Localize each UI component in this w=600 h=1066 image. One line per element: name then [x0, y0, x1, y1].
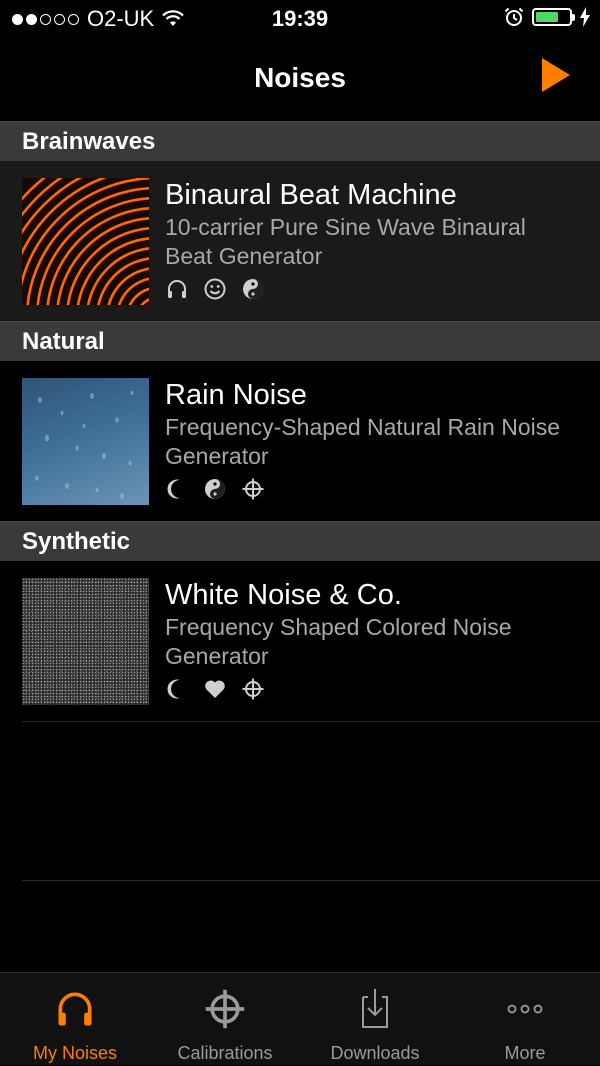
tab-label: Downloads — [330, 1043, 420, 1063]
charging-icon — [580, 7, 590, 27]
moon-icon — [165, 677, 189, 701]
tab-label: Calibrations — [177, 1043, 273, 1063]
binaural-thumbnail — [22, 178, 149, 305]
headphones-icon — [165, 277, 189, 301]
crosshair-icon — [241, 477, 265, 501]
yin-yang-icon — [203, 477, 227, 501]
heart-icon — [203, 677, 227, 701]
tab-label: More — [504, 1043, 546, 1063]
tab-more[interactable]: More — [450, 973, 600, 1066]
status-bar-right — [504, 7, 590, 27]
headphones-icon — [53, 987, 97, 1031]
item-description: 10-carrier Pure Sine Wave Binaural Beat … — [165, 214, 526, 269]
smiley-icon — [203, 277, 227, 301]
section-title: Natural — [22, 328, 105, 355]
item-description: Frequency Shaped Colored Noise Generator — [165, 614, 512, 669]
list-item-binaural-beat-machine[interactable]: Binaural Beat Machine 10-carrier Pure Si… — [0, 161, 600, 321]
tab-label: My Noises — [32, 1043, 117, 1063]
moon-icon — [165, 477, 189, 501]
alarm-icon — [504, 7, 524, 26]
status-bar: O2-UK 19:39 — [0, 0, 600, 40]
section-header-natural: Natural — [0, 321, 600, 361]
more-icon — [507, 1004, 543, 1014]
section-header-synthetic: Synthetic — [0, 521, 600, 561]
section-title: Brainwaves — [22, 128, 156, 155]
navigation-bar: Noises — [0, 40, 600, 120]
tab-downloads[interactable]: Downloads — [300, 973, 450, 1066]
item-title: White Noise & Co. — [165, 579, 402, 611]
yin-yang-icon — [241, 277, 265, 301]
battery-icon — [532, 8, 575, 26]
item-description: Frequency-Shaped Natural Rain Noise Gene… — [165, 414, 561, 469]
list-item-white-noise[interactable]: White Noise & Co. Frequency Shaped Color… — [0, 561, 600, 721]
list-separator — [22, 721, 600, 722]
item-tag-icons — [165, 677, 265, 701]
page-title: Noises — [254, 62, 346, 93]
item-tag-icons — [165, 477, 265, 501]
rain-thumbnail — [22, 378, 149, 505]
crosshair-icon — [203, 987, 247, 1031]
download-icon — [353, 987, 397, 1031]
crosshair-icon — [241, 677, 265, 701]
tab-calibrations[interactable]: Calibrations — [150, 973, 300, 1066]
tab-bar: My Noises Calibrations Downloads More — [0, 972, 600, 1065]
white-noise-thumbnail — [22, 578, 149, 705]
section-title: Synthetic — [22, 528, 131, 555]
list-item-rain-noise[interactable]: Rain Noise Frequency-Shaped Natural Rain… — [0, 361, 600, 521]
item-title: Rain Noise — [165, 379, 307, 411]
play-icon[interactable] — [542, 58, 570, 92]
list-separator — [22, 880, 600, 881]
item-tag-icons — [165, 277, 265, 301]
item-title: Binaural Beat Machine — [165, 179, 457, 211]
section-header-brainwaves: Brainwaves — [0, 121, 600, 161]
tab-my-noises[interactable]: My Noises — [0, 973, 150, 1066]
